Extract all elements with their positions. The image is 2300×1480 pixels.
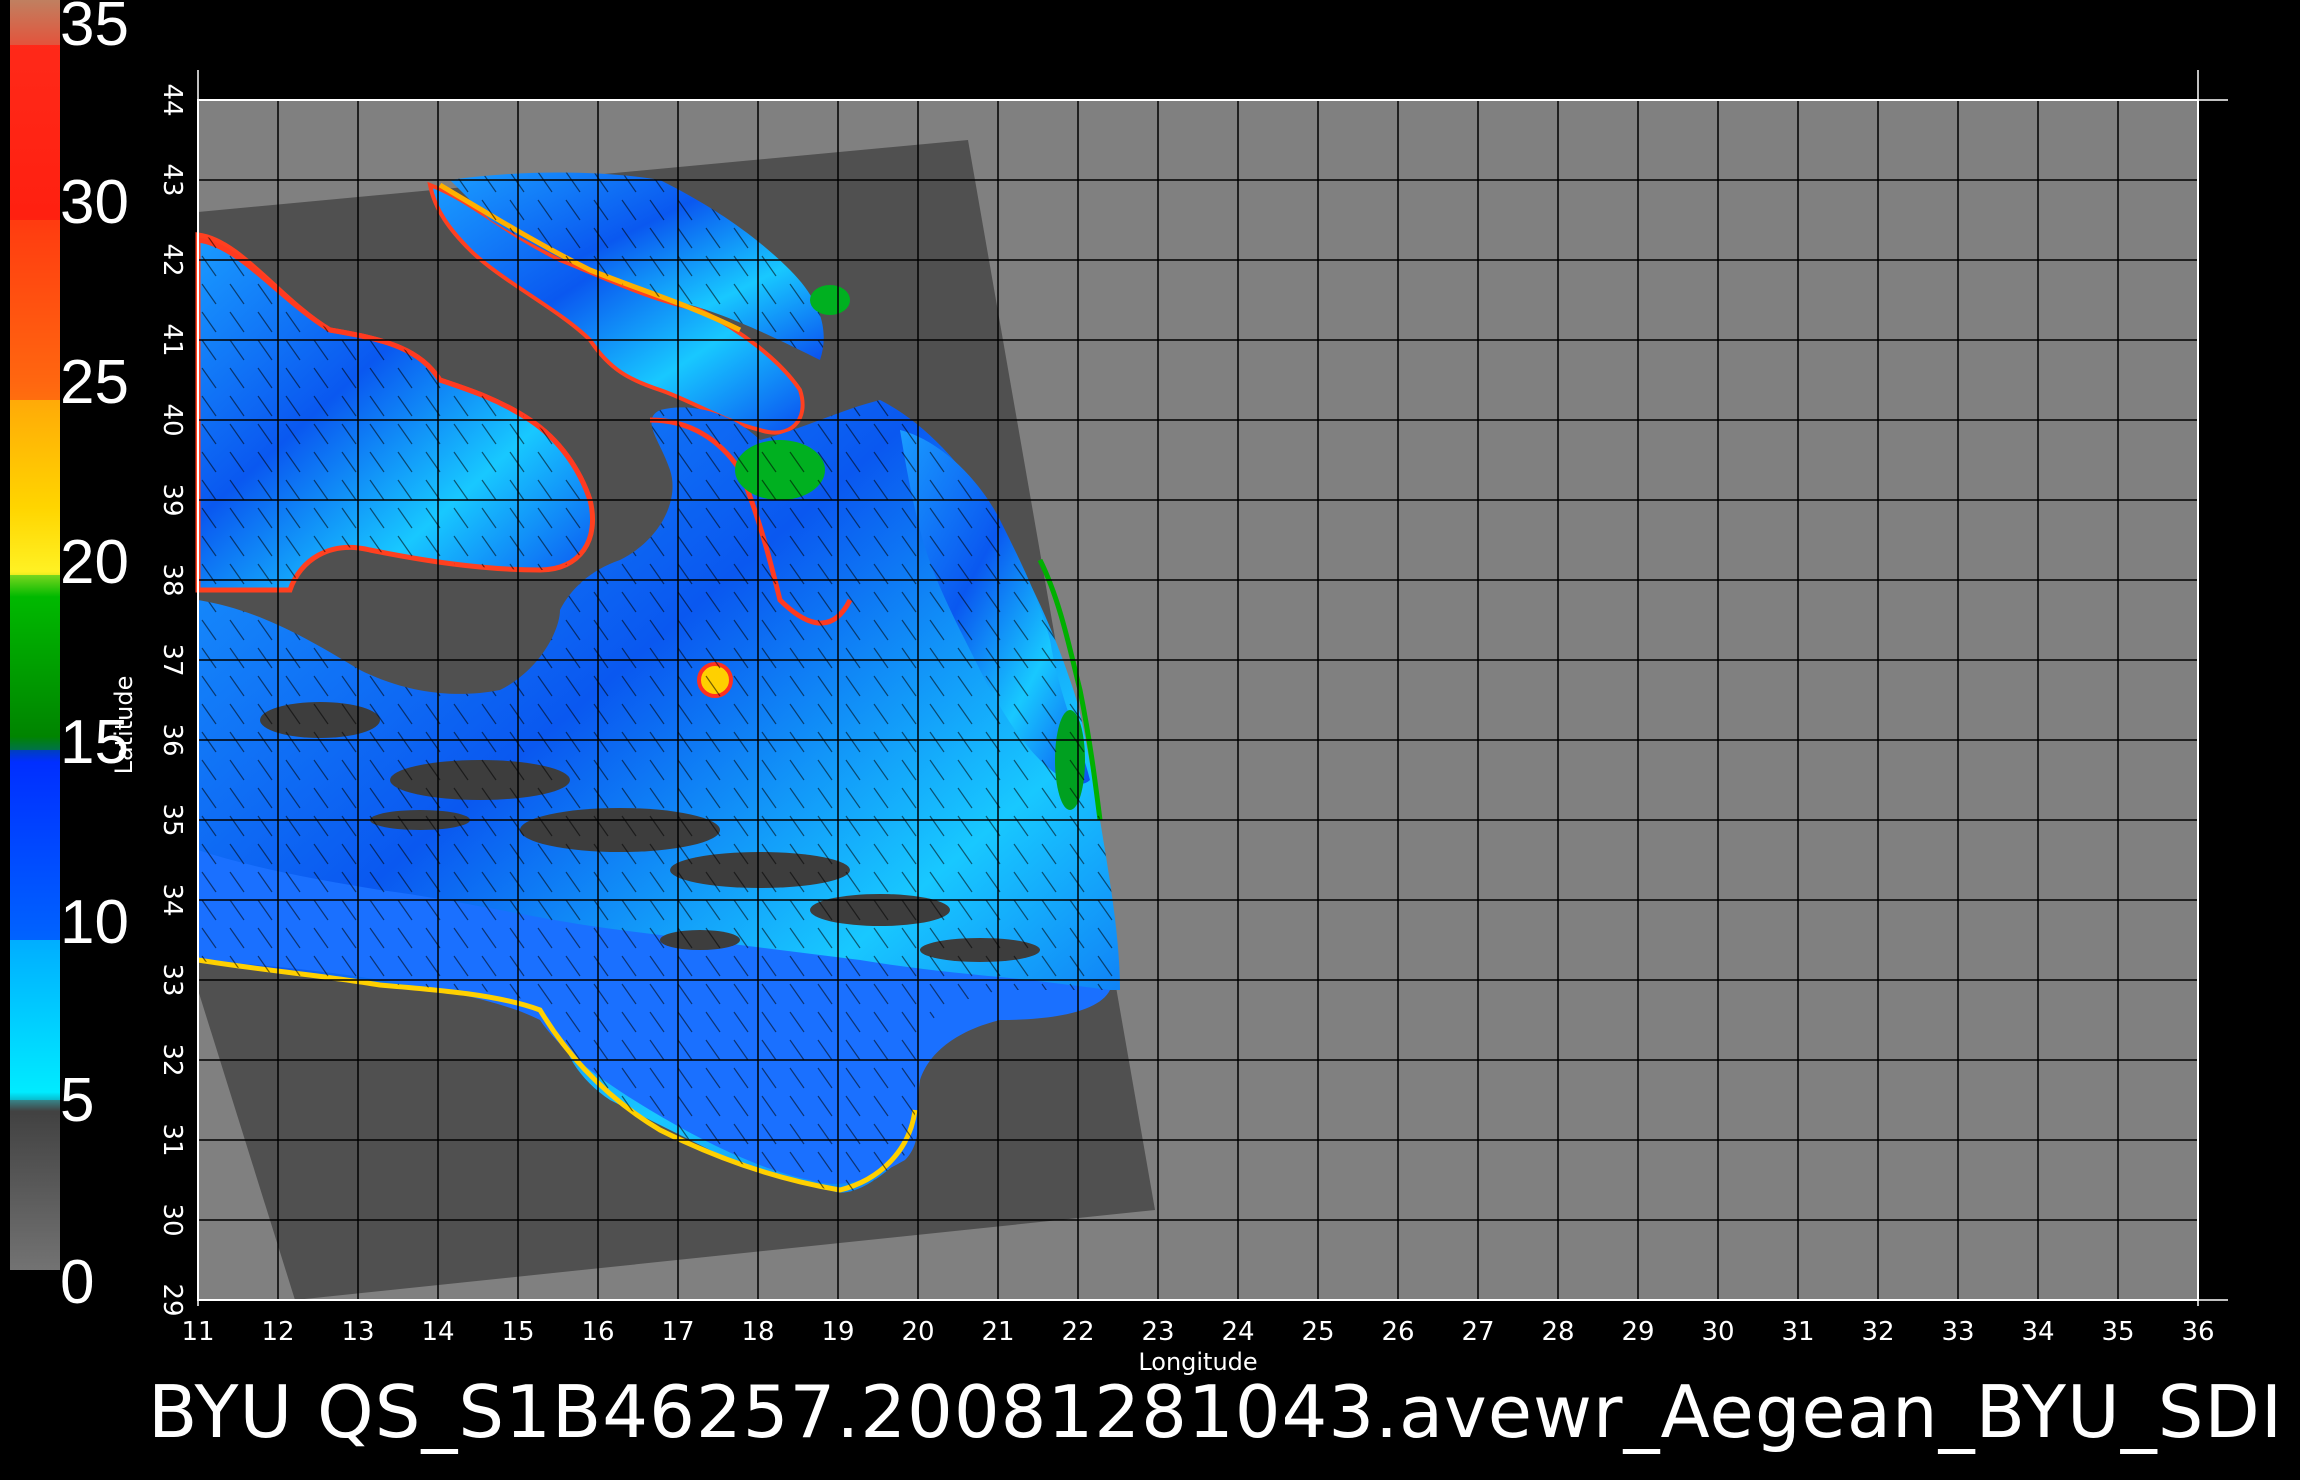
x-tick-label: 19 [821,1317,854,1347]
x-tick-label: 21 [981,1317,1014,1347]
x-tick-label: 25 [1301,1317,1334,1347]
y-tick-label: 44 [157,83,187,116]
y-axis-label: Latitude [110,675,138,775]
x-tick-label: 16 [581,1317,614,1347]
y-tick-label: 34 [157,883,187,916]
y-tick-label: 32 [157,1043,187,1076]
x-tick-label: 34 [2021,1317,2054,1347]
x-tick-label: 23 [1141,1317,1174,1347]
x-tick-label: 20 [901,1317,934,1347]
x-tick-label: 32 [1861,1317,1894,1347]
y-tick-label: 30 [157,1203,187,1236]
y-tick-label: 33 [157,963,187,996]
y-tick-label: 36 [157,723,187,756]
x-tick-label: 35 [2101,1317,2134,1347]
x-tick-label: 13 [341,1317,374,1347]
y-tick-label: 39 [157,483,187,516]
x-tick-label: 28 [1541,1317,1574,1347]
x-tick-label: 18 [741,1317,774,1347]
x-tick-label: 27 [1461,1317,1494,1347]
y-tick-label: 42 [157,243,187,276]
x-tick-label: 22 [1061,1317,1094,1347]
x-tick-labels: 11 12 13 14 15 16 17 18 19 20 21 22 23 24 25 26 27 28 29 30… [181,1317,2214,1347]
x-tick-label: 31 [1781,1317,1814,1347]
y-tick-label: 37 [157,643,187,676]
x-tick-label: 36 [2181,1317,2214,1347]
x-tick-label: 14 [421,1317,454,1347]
y-tick-label: 38 [157,563,187,596]
x-tick-label: 30 [1701,1317,1734,1347]
y-tick-label: 29 [157,1283,187,1316]
y-tick-label: 43 [157,163,187,196]
x-tick-label: 11 [181,1317,214,1347]
x-tick-label: 26 [1381,1317,1414,1347]
x-tick-label: 17 [661,1317,694,1347]
x-tick-label: 29 [1621,1317,1654,1347]
image-title: BYU QS_S1B46257.20081281043.avewr_Aegean… [148,1370,2284,1454]
x-tick-label: 15 [501,1317,534,1347]
y-tick-label: 35 [157,803,187,836]
x-tick-label: 33 [1941,1317,1974,1347]
y-tick-label: 31 [157,1123,187,1156]
y-tick-label: 40 [157,403,187,436]
x-tick-label: 24 [1221,1317,1254,1347]
x-tick-label: 12 [261,1317,294,1347]
wind-map: 11 12 13 14 15 16 17 18 19 20 21 22 23 24 25 26 27 28 29 30… [157,70,2228,1347]
y-tick-labels: 29 30 31 32 33 34 35 36 37 38 39 40 41 42 43 44 [157,83,187,1316]
y-tick-label: 41 [157,323,187,356]
